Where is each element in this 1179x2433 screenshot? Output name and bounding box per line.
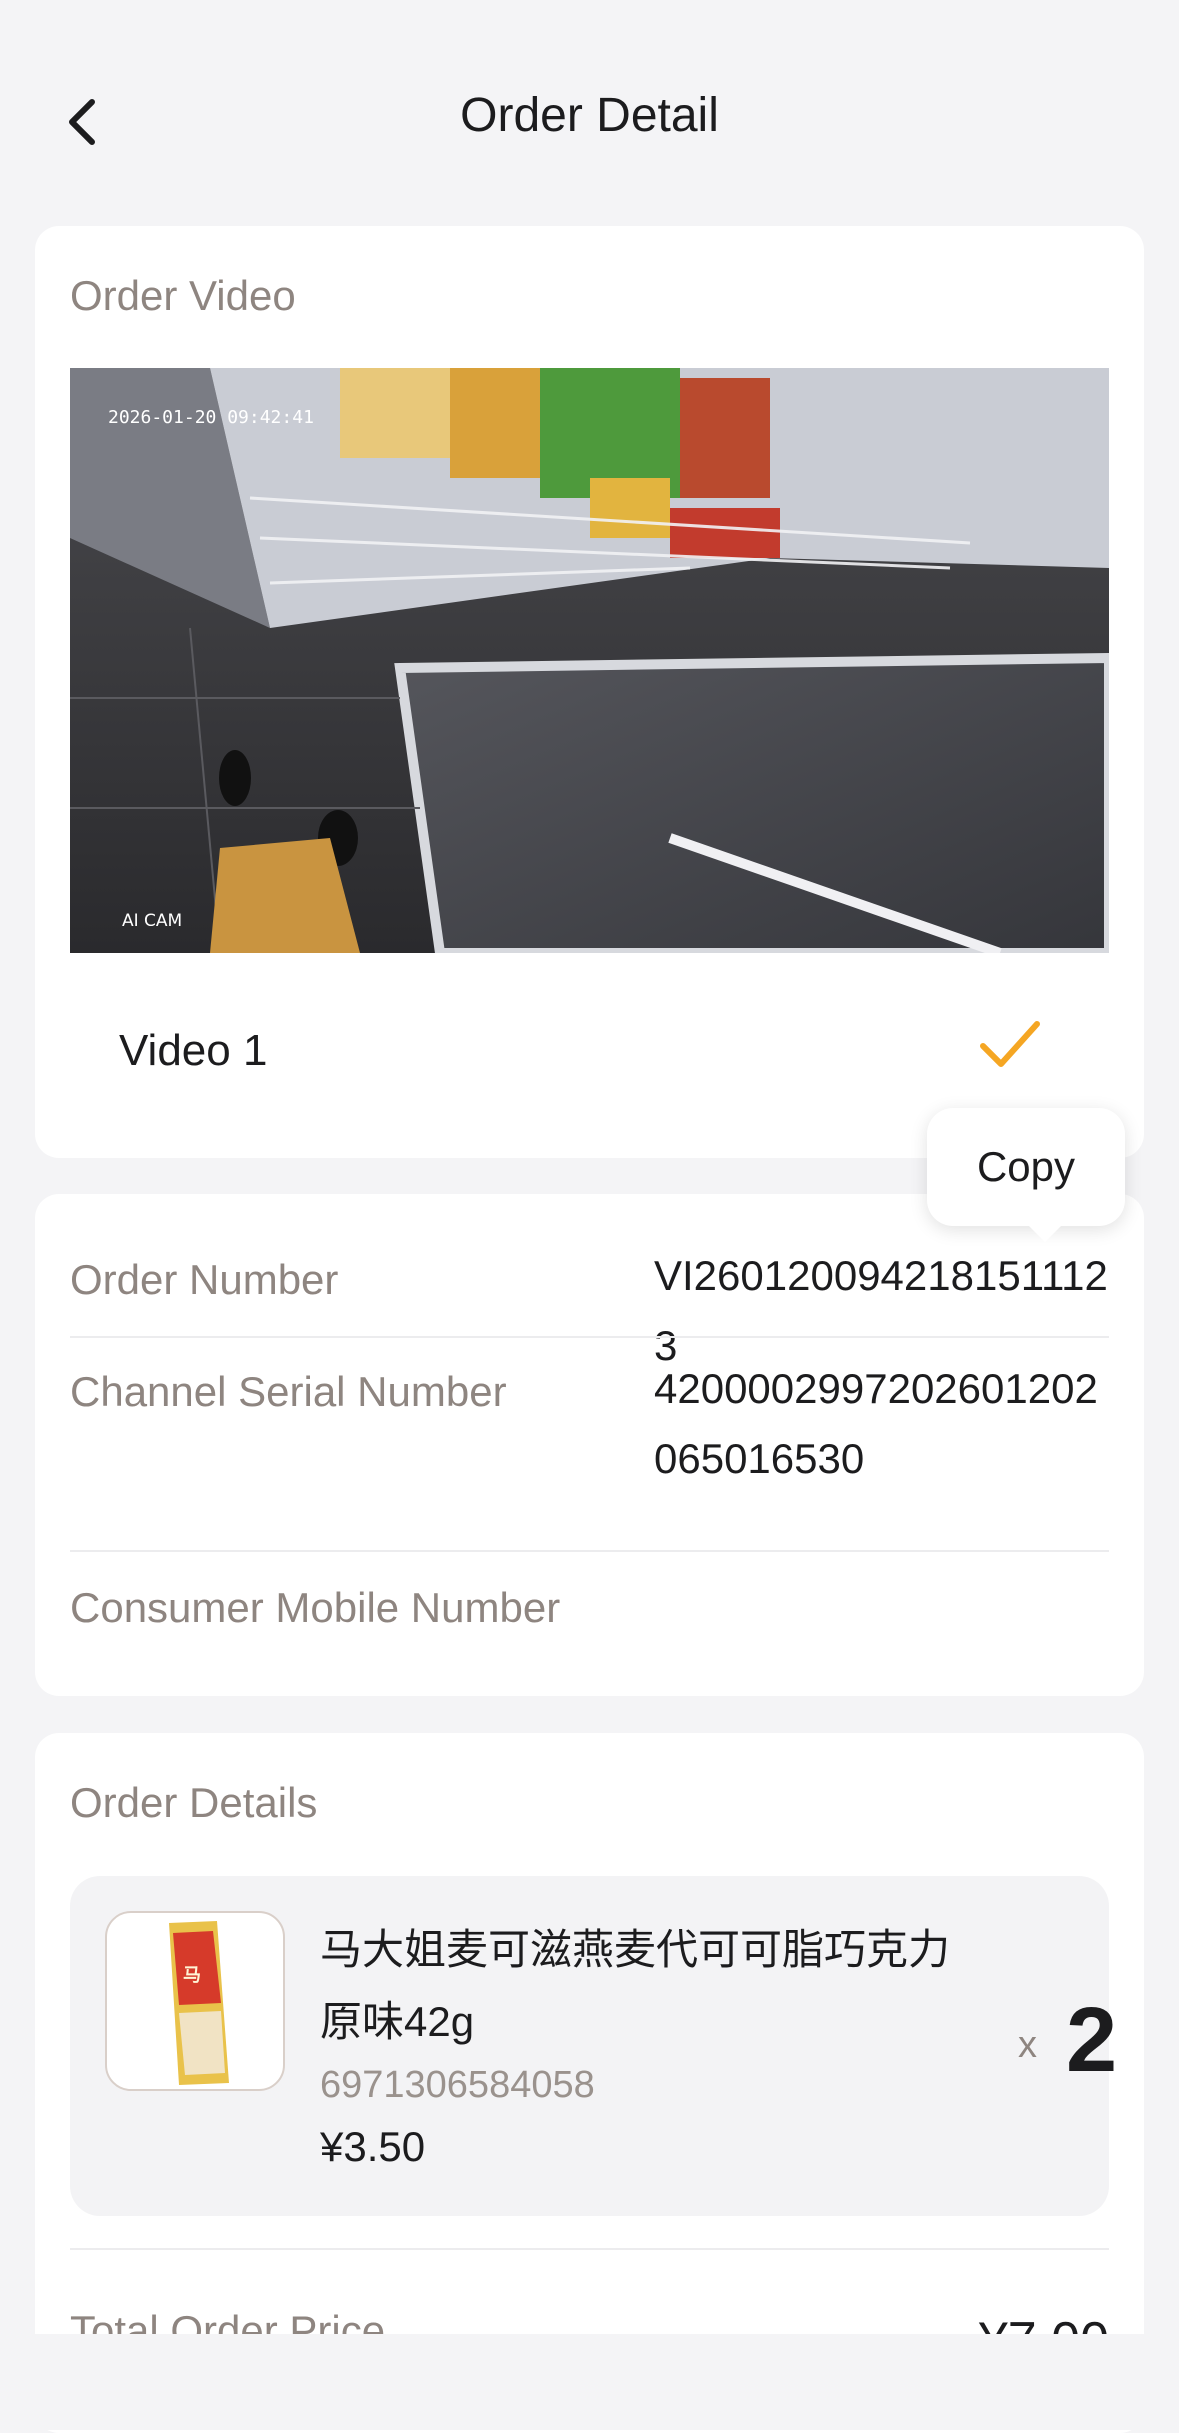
channel-serial-label: Channel Serial Number <box>70 1368 507 1415</box>
quantity-prefix: x <box>1018 2024 1037 2066</box>
check-icon <box>980 1021 1040 1067</box>
product-name: 马大姐麦可滋燕麦代可可脂巧克力原味42g <box>320 1926 951 2045</box>
divider <box>70 2248 1109 2250</box>
channel-serial-value[interactable]: 42000029972026012020650165​30 <box>654 1354 1114 1494</box>
order-details-title: Order Details <box>70 1779 318 1826</box>
video-timestamp: 2026-01-20 09:42:41 <box>108 407 314 428</box>
product-price: ¥3.50 <box>320 2123 426 2170</box>
product-item[interactable]: 马 马大姐麦可滋燕麦代可可脂巧克力原味42g 6971306584058 ¥3.… <box>70 1876 1117 2216</box>
consumer-mobile-row: Consumer Mobile Number <box>70 1552 1109 1692</box>
order-number-label: Order Number <box>70 1256 339 1303</box>
order-video-title: Order Video <box>70 272 296 319</box>
bottom-safe-area <box>0 2334 1179 2430</box>
video-list-item[interactable]: Video 1 <box>35 986 1144 1116</box>
product-image: 马 <box>105 1911 285 2091</box>
video-thumbnail[interactable]: 2026-01-20 09:42:41 AI CAM <box>70 368 1109 953</box>
video-label: Video 1 <box>119 1026 268 1075</box>
product-barcode: 6971306584058 <box>320 2064 595 2106</box>
copy-button[interactable]: Copy <box>927 1108 1125 1242</box>
order-info-card: Order Number VI2601200942181511123 Chann… <box>35 1194 1144 1696</box>
order-number-row: Order Number VI2601200942181511123 <box>70 1226 1109 1369</box>
product-quantity: 2 <box>1066 1989 1118 2091</box>
page-title: Order Detail <box>460 89 719 142</box>
channel-serial-row: Channel Serial Number 420000299720260120… <box>70 1338 1109 1550</box>
video-brand: AI CAM <box>122 911 182 931</box>
header: Order Detail <box>0 0 1179 225</box>
consumer-mobile-label: Consumer Mobile Number <box>70 1584 561 1631</box>
order-video-card: Order Video 2026-01-20 09:42:41 AI CAM V… <box>35 226 1144 1158</box>
order-details-card: Order Details 马 马大姐麦可滋燕麦代可可脂巧克力原味42g 697… <box>35 1733 1144 2433</box>
svg-text:马: 马 <box>183 1965 201 1986</box>
fridge-camera-image: 2026-01-20 09:42:41 AI CAM <box>70 368 1109 953</box>
